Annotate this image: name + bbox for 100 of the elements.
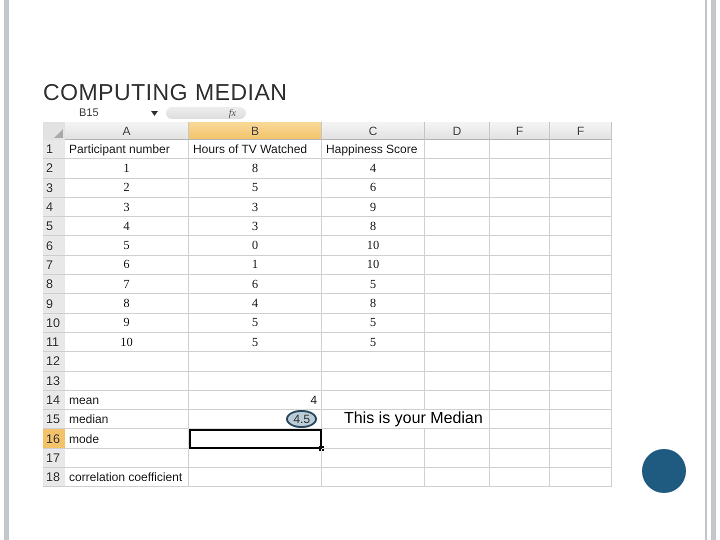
table-cell: 1 [65,159,189,179]
table-cell: 10 [322,236,425,256]
name-box[interactable]: B15 [79,107,151,119]
table-cell [425,178,490,198]
row-header[interactable]: 13 [43,372,65,391]
table-cell [425,372,490,391]
row-header[interactable]: 11 [43,332,65,352]
table-cell [490,468,550,488]
table-cell [425,159,490,179]
column-header[interactable]: D [425,122,490,140]
table-cell [490,275,550,294]
column-header[interactable]: C [322,122,425,140]
table-cell [490,429,550,449]
table-cell [550,314,612,333]
table-cell: 3 [189,217,322,236]
row-header[interactable]: 14 [43,390,65,410]
table-cell: 1 [189,256,322,276]
row-header[interactable]: 6 [43,236,65,256]
table-cell: 10 [65,332,189,352]
row-header[interactable]: 3 [43,178,65,198]
row-header[interactable]: 9 [43,294,65,314]
table-cell: 0 [189,236,322,256]
table-cell: 4 [189,294,322,314]
row-header[interactable]: 17 [43,448,65,468]
triangle-icon [54,129,63,138]
table-cell: 5 [189,178,322,198]
table-cell: 6 [65,256,189,276]
row-header[interactable]: 18 [43,468,65,488]
table-cell: 9 [322,198,425,218]
table-cell: median [65,410,189,430]
table-cell [425,294,490,314]
table-cell [425,256,490,276]
table-cell [490,294,550,314]
table-cell: 6 [322,178,425,198]
table-cell [550,448,612,468]
table-cell: Hours of TV Watched [189,140,322,160]
table-cell: 10 [322,256,425,276]
table-cell [425,468,490,488]
table-cell: 8 [189,159,322,179]
row-header[interactable]: 12 [43,352,65,372]
row-header[interactable]: 5 [43,217,65,236]
row-header[interactable]: 16 [43,429,65,449]
table-cell [550,429,612,449]
table-cell: 3 [65,198,189,218]
table-cell [425,140,490,160]
table-cell [550,198,612,218]
row-header[interactable]: 4 [43,198,65,218]
table-cell [550,178,612,198]
table-cell [490,448,550,468]
table-cell [490,352,550,372]
column-header[interactable]: A [65,122,189,140]
table-cell: 5 [322,275,425,294]
row-header[interactable]: 10 [43,314,65,333]
formula-bar[interactable]: fx [166,107,246,119]
row-header[interactable]: 8 [43,275,65,294]
table-cell [550,236,612,256]
callout-text: This is your Median [344,410,483,428]
table-cell [425,198,490,218]
table-cell [490,159,550,179]
table-cell [490,178,550,198]
table-cell [425,314,490,333]
table-cell [490,140,550,160]
table-cell: 4 [322,159,425,179]
table-cell [550,468,612,488]
table-cell: mode [65,429,189,449]
table-cell [550,332,612,352]
table-cell [550,390,612,410]
table-cell [490,256,550,276]
table-cell: 7 [65,275,189,294]
column-header[interactable]: B [189,122,322,140]
row-header[interactable]: 1 [43,140,65,160]
column-header[interactable]: F [550,122,612,140]
table-cell [490,332,550,352]
row-header[interactable]: 2 [43,159,65,179]
table-cell [490,372,550,391]
table-cell [425,217,490,236]
table-cell [550,159,612,179]
circle-decoration [642,449,686,493]
table-cell: 8 [65,294,189,314]
table-cell: 8 [322,217,425,236]
row-header[interactable]: 7 [43,256,65,276]
table-cell: 4 [189,390,322,410]
table-cell [425,448,490,468]
table-cell [490,314,550,333]
table-cell [550,140,612,160]
table-cell [490,390,550,410]
column-header[interactable]: F [490,122,550,140]
table-cell [490,198,550,218]
table-cell: 5 [322,332,425,352]
row-header[interactable]: 15 [43,410,65,430]
table-cell [425,275,490,294]
active-cell[interactable] [189,429,322,449]
circled-value: 4.5 [286,410,317,428]
dropdown-icon[interactable] [151,110,158,116]
table-cell: mean [65,390,189,410]
table-cell [550,352,612,372]
table-cell: 5 [189,332,322,352]
table-cell: 8 [322,294,425,314]
table-cell: Participant number [65,140,189,160]
table-cell [550,275,612,294]
